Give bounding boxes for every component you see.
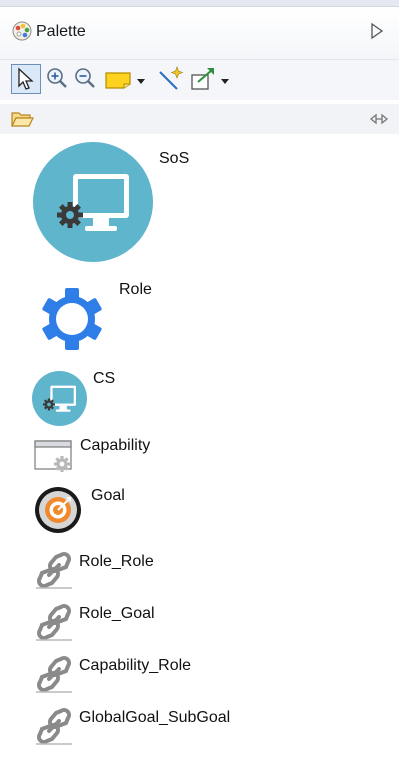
palette-entry-label: SoS: [159, 150, 190, 167]
zoom-in-button[interactable]: [45, 64, 69, 94]
cs-monitor-icon: [32, 371, 87, 426]
palette-entry-label: Role: [119, 281, 152, 298]
palette-title: Palette: [36, 23, 86, 40]
connection-dropdown-button[interactable]: [219, 64, 231, 94]
palette-drawer-header[interactable]: [0, 104, 399, 134]
sos-monitor-icon: [33, 142, 153, 262]
dropdown-arrow-icon: [221, 79, 229, 84]
palette-entry-label: CS: [93, 370, 116, 387]
palette-entry-label: Goal: [91, 487, 125, 504]
window-gear-icon: [34, 440, 72, 472]
zoom-in-icon: [47, 68, 67, 88]
palette-entry-role[interactable]: Role: [38, 280, 238, 352]
palette-entry-role-role[interactable]: Role_Role: [34, 550, 254, 590]
link-icon: [34, 602, 74, 642]
palette-entry-globalgoal-subgoal[interactable]: GlobalGoal_SubGoal: [34, 706, 294, 746]
note-attachment-tool-button[interactable]: [189, 64, 217, 94]
folder-open-icon: [11, 112, 34, 127]
palette-entry-role-goal[interactable]: Role_Goal: [34, 602, 254, 642]
target-icon: [35, 487, 81, 533]
palette-entry-goal[interactable]: Goal: [34, 484, 234, 536]
palette-icon: [12, 21, 32, 41]
palette-entry-sos[interactable]: SoS: [33, 142, 273, 264]
triangle-right-icon: [371, 22, 384, 40]
palette-entry-label: Capability_Role: [79, 657, 192, 674]
palette-entry-cs[interactable]: CS: [32, 366, 232, 424]
note-dropdown-button[interactable]: [135, 64, 147, 94]
zoom-out-icon: [75, 68, 95, 88]
link-icon: [34, 706, 74, 746]
palette-entry-label: Role_Role: [79, 553, 154, 570]
palette-entry-label: Role_Goal: [79, 605, 155, 622]
note-icon: [105, 72, 131, 89]
connection-icon: [159, 66, 184, 90]
gear-icon: [42, 288, 102, 350]
expand-drawer-button[interactable]: [368, 109, 390, 129]
connection-tool-button[interactable]: [155, 64, 185, 94]
zoom-out-button[interactable]: [73, 64, 97, 94]
palette-entry-capability[interactable]: Capability: [34, 434, 234, 474]
note-tool-button[interactable]: [103, 64, 133, 94]
select-arrow-icon: [18, 67, 34, 90]
select-tool-button[interactable]: [11, 64, 41, 94]
link-icon: [34, 654, 74, 694]
link-icon: [34, 550, 74, 590]
window-top-edge: [0, 0, 399, 7]
double-arrow-icon: [369, 113, 389, 125]
palette-entry-label: GlobalGoal_SubGoal: [79, 709, 231, 726]
collapse-palette-button[interactable]: [368, 20, 386, 42]
palette-entry-capability-role[interactable]: Capability_Role: [34, 654, 274, 694]
palette-entry-label: Capability: [80, 437, 151, 454]
dropdown-arrow-icon: [137, 79, 145, 84]
note-attachment-icon: [191, 68, 214, 90]
